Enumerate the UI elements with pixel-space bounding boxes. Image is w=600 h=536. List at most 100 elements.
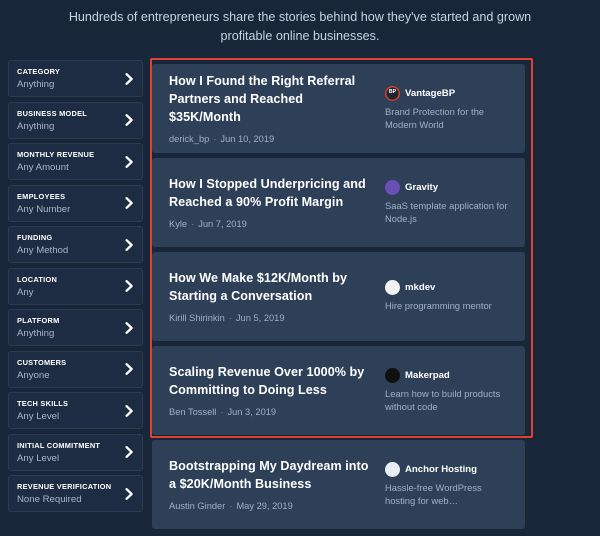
story-date: Jun 10, 2019 bbox=[220, 134, 274, 144]
business-name[interactable]: Makerpad bbox=[405, 370, 450, 381]
filter-label: TECH SKILLS bbox=[17, 398, 134, 409]
business-avatar-icon bbox=[385, 180, 400, 195]
business-name[interactable]: Gravity bbox=[405, 182, 438, 193]
chevron-right-icon[interactable] bbox=[125, 405, 134, 417]
story-meta: Kyle · Jun 7, 2019 bbox=[169, 218, 375, 231]
business-description: Brand Protection for the Modern World bbox=[385, 105, 511, 132]
filter-monthly-revenue[interactable]: MONTHLY REVENUEAny Amount bbox=[8, 143, 143, 180]
filter-customers[interactable]: CUSTOMERSAnyone bbox=[8, 351, 143, 388]
story-business: mkdev Hire programming mentor bbox=[385, 280, 511, 313]
business-avatar-icon bbox=[385, 368, 400, 383]
story-meta: Ben Tossell·Jun 3, 2019 bbox=[169, 406, 375, 419]
filter-value: Anything bbox=[17, 327, 134, 341]
story-card[interactable]: How I Found the Right Referral Partners … bbox=[152, 64, 525, 153]
filter-label: CUSTOMERS bbox=[17, 357, 134, 368]
hero-subtitle: Hundreds of entrepreneurs share the stor… bbox=[44, 8, 556, 46]
story-author: Ben Tossell bbox=[169, 407, 216, 417]
chevron-right-icon[interactable] bbox=[125, 280, 134, 292]
filter-label: CATEGORY bbox=[17, 66, 134, 77]
story-title[interactable]: How We Make $12K/Month by Starting a Con… bbox=[169, 269, 375, 305]
business-description: Hassle-free WordPress hosting for web… bbox=[385, 481, 511, 508]
story-title[interactable]: How I Found the Right Referral Partners … bbox=[169, 72, 375, 126]
business-row: Makerpad bbox=[385, 368, 511, 383]
filter-platform[interactable]: PLATFORMAnything bbox=[8, 309, 143, 346]
story-date: May 29, 2019 bbox=[236, 501, 292, 511]
filter-label: EMPLOYEES bbox=[17, 191, 134, 202]
story-card-main: Bootstrapping My Daydream into a $20K/Mo… bbox=[169, 457, 385, 513]
hero-header: Hundreds of entrepreneurs share the stor… bbox=[0, 0, 600, 60]
filter-value: Anyone bbox=[17, 369, 134, 383]
filter-value: Any bbox=[17, 286, 134, 300]
story-author: Kirill Shirinkin bbox=[169, 313, 225, 323]
filter-tech-skills[interactable]: TECH SKILLSAny Level bbox=[8, 392, 143, 429]
story-meta: Austin Ginder · May 29, 2019 bbox=[169, 500, 375, 513]
filter-label: BUSINESS MODEL bbox=[17, 108, 134, 119]
story-author: Kyle bbox=[169, 219, 187, 229]
business-avatar-icon: BP bbox=[385, 86, 400, 101]
story-card-main: How I Found the Right Referral Partners … bbox=[169, 72, 385, 146]
filter-revenue-verification[interactable]: REVENUE VERIFICATIONNone Required bbox=[8, 475, 143, 512]
story-card[interactable]: Bootstrapping My Daydream into a $20K/Mo… bbox=[152, 440, 525, 529]
chevron-right-icon[interactable] bbox=[125, 73, 134, 85]
story-business: Makerpad Learn how to build products with… bbox=[385, 368, 511, 414]
meta-separator: · bbox=[191, 218, 194, 231]
story-card-main: Scaling Revenue Over 1000% by Committing… bbox=[169, 363, 385, 419]
filters-sidebar: CATEGORYAnythingBUSINESS MODELAnythingMO… bbox=[8, 60, 143, 512]
story-title[interactable]: Bootstrapping My Daydream into a $20K/Mo… bbox=[169, 457, 375, 493]
filter-initial-commitment[interactable]: INITIAL COMMITMENTAny Level bbox=[8, 434, 143, 471]
meta-separator: · bbox=[229, 500, 232, 513]
story-business: BP VantageBP Brand Protection for the Mode… bbox=[385, 86, 511, 132]
chevron-right-icon[interactable] bbox=[125, 114, 134, 126]
story-author: derick_bp bbox=[169, 134, 209, 144]
chevron-right-icon[interactable] bbox=[125, 239, 134, 251]
filter-label: INITIAL COMMITMENT bbox=[17, 440, 134, 451]
filter-value: Any Method bbox=[17, 244, 134, 258]
story-business: Gravity SaaS template application for Nod… bbox=[385, 180, 511, 226]
business-description: Learn how to build products without code bbox=[385, 387, 511, 414]
filter-label: FUNDING bbox=[17, 232, 134, 243]
business-description: Hire programming mentor bbox=[385, 299, 511, 313]
story-date: Jun 3, 2019 bbox=[227, 407, 276, 417]
chevron-right-icon[interactable] bbox=[125, 446, 134, 458]
chevron-right-icon[interactable] bbox=[125, 322, 134, 334]
business-avatar-icon bbox=[385, 280, 400, 295]
business-name[interactable]: Anchor Hosting bbox=[405, 464, 477, 475]
business-row: Gravity bbox=[385, 180, 511, 195]
business-row: mkdev bbox=[385, 280, 511, 295]
filter-employees[interactable]: EMPLOYEESAny Number bbox=[8, 185, 143, 222]
story-meta: Kirill Shirinkin·Jun 5, 2019 bbox=[169, 312, 375, 325]
chevron-right-icon[interactable] bbox=[125, 363, 134, 375]
filter-category[interactable]: CATEGORYAnything bbox=[8, 60, 143, 97]
filter-value: Any Number bbox=[17, 203, 134, 217]
chevron-right-icon[interactable] bbox=[125, 488, 134, 500]
filter-label: REVENUE VERIFICATION bbox=[17, 481, 134, 492]
story-card[interactable]: Scaling Revenue Over 1000% by Committing… bbox=[152, 346, 525, 435]
meta-separator: · bbox=[213, 133, 216, 146]
story-card[interactable]: How We Make $12K/Month by Starting a Con… bbox=[152, 252, 525, 341]
story-card-main: How I Stopped Underpricing and Reached a… bbox=[169, 175, 385, 231]
story-card[interactable]: How I Stopped Underpricing and Reached a… bbox=[152, 158, 525, 247]
filter-value: None Required bbox=[17, 493, 134, 507]
stories-list: How I Found the Right Referral Partners … bbox=[152, 60, 600, 529]
business-row: Anchor Hosting bbox=[385, 462, 511, 477]
filter-funding[interactable]: FUNDINGAny Method bbox=[8, 226, 143, 263]
filter-label: PLATFORM bbox=[17, 315, 134, 326]
story-meta: derick_bp · Jun 10, 2019 bbox=[169, 133, 375, 146]
filter-location[interactable]: LOCATIONAny bbox=[8, 268, 143, 305]
story-author: Austin Ginder bbox=[169, 501, 225, 511]
business-row: BP VantageBP bbox=[385, 86, 511, 101]
business-name[interactable]: VantageBP bbox=[405, 88, 455, 99]
story-date: Jun 7, 2019 bbox=[198, 219, 247, 229]
business-description: SaaS template application for Node.js bbox=[385, 199, 511, 226]
filter-value: Any Level bbox=[17, 452, 134, 466]
filter-label: LOCATION bbox=[17, 274, 134, 285]
business-name[interactable]: mkdev bbox=[405, 282, 435, 293]
page-layout: CATEGORYAnythingBUSINESS MODELAnythingMO… bbox=[0, 60, 600, 529]
chevron-right-icon[interactable] bbox=[125, 156, 134, 168]
filter-business-model[interactable]: BUSINESS MODELAnything bbox=[8, 102, 143, 139]
story-date: Jun 5, 2019 bbox=[236, 313, 285, 323]
filter-value: Any Amount bbox=[17, 161, 134, 175]
story-title[interactable]: Scaling Revenue Over 1000% by Committing… bbox=[169, 363, 375, 399]
story-title[interactable]: How I Stopped Underpricing and Reached a… bbox=[169, 175, 375, 211]
chevron-right-icon[interactable] bbox=[125, 197, 134, 209]
